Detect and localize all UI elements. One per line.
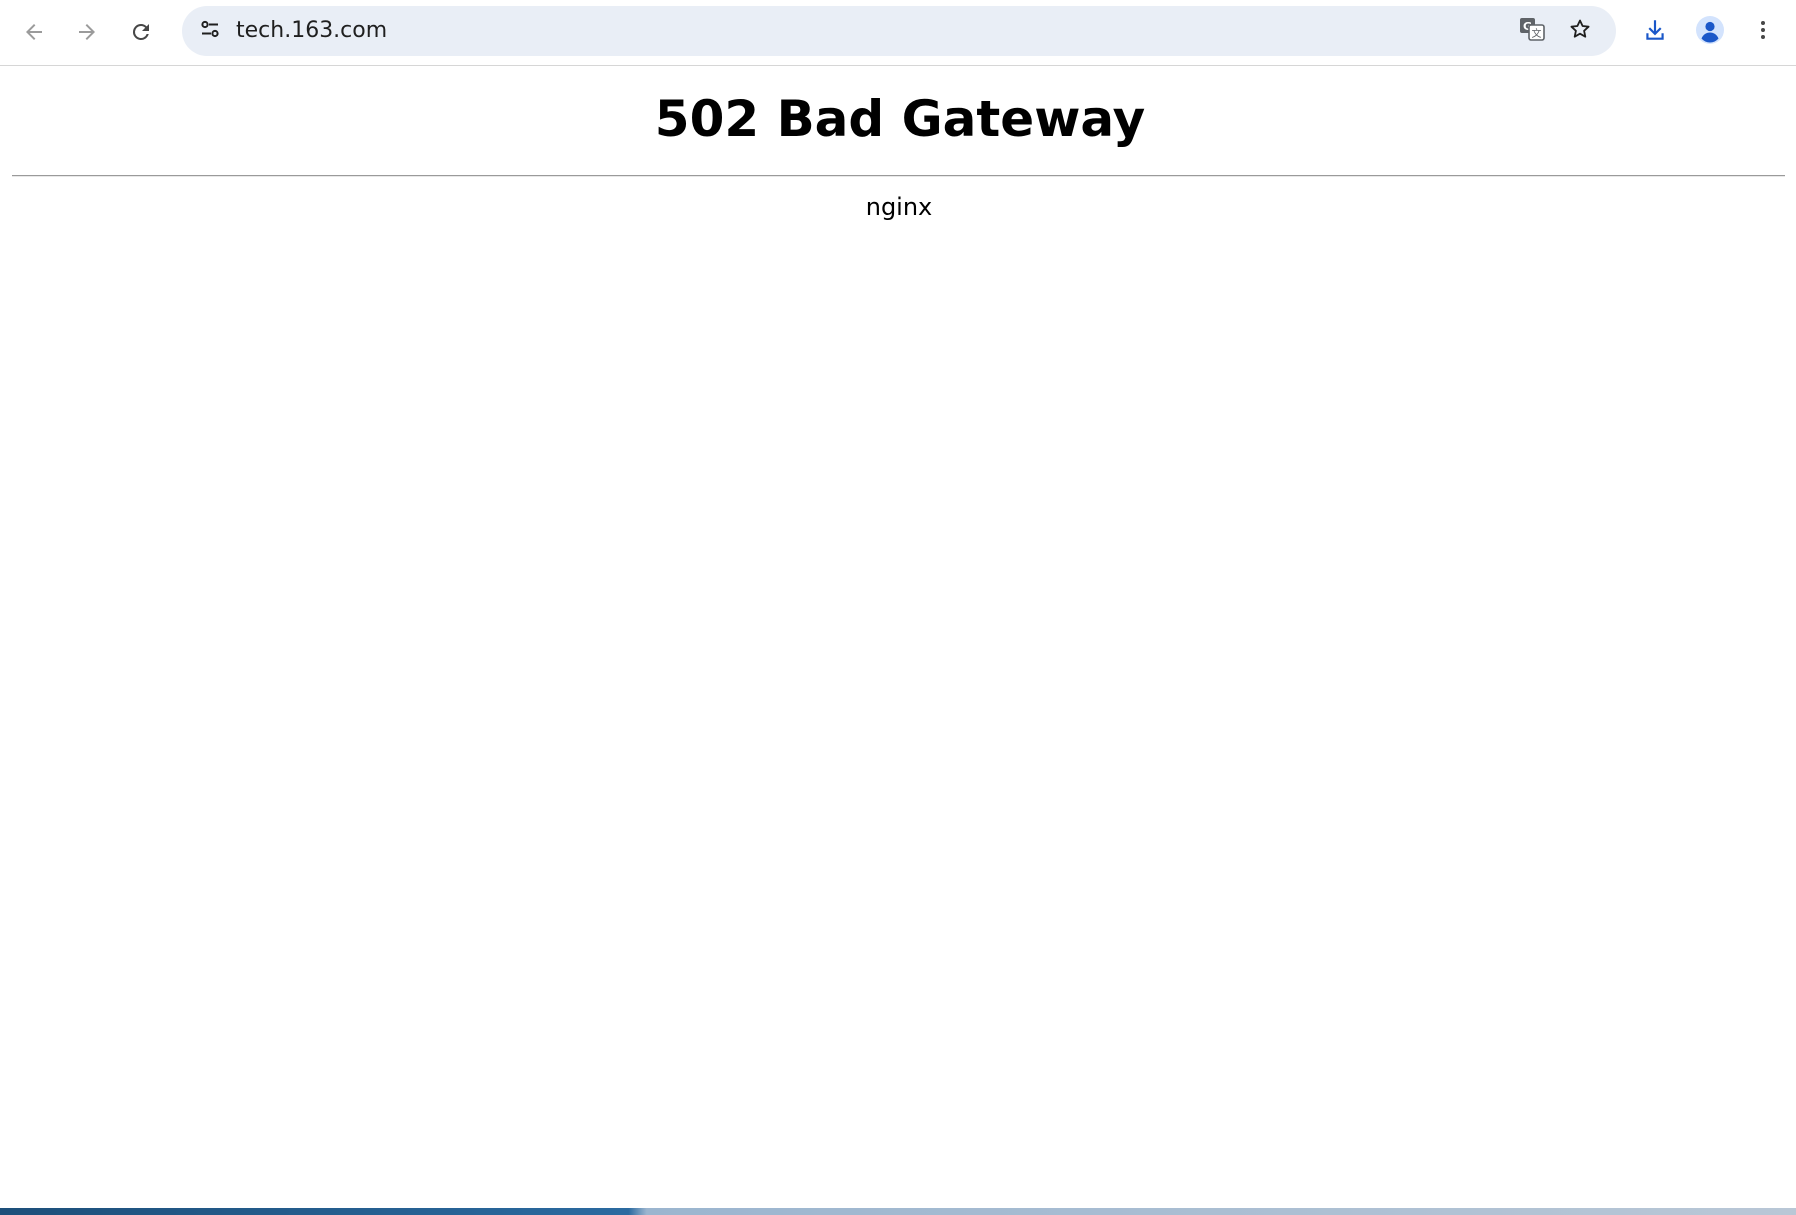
arrow-left-icon: [22, 20, 46, 44]
url-text[interactable]: tech.163.com: [236, 6, 387, 56]
horizontal-rule: [12, 175, 1785, 177]
address-bar[interactable]: tech.163.com G 文: [182, 6, 1616, 56]
back-button[interactable]: [13, 11, 55, 53]
browser-menu-button[interactable]: [1742, 11, 1784, 53]
download-icon: [1642, 17, 1668, 48]
reload-button[interactable]: [120, 11, 162, 53]
page-title: 502 Bad Gateway: [654, 90, 1146, 148]
arrow-right-icon: [75, 20, 99, 44]
tune-icon: [198, 17, 222, 46]
server-name: nginx: [865, 193, 933, 221]
translate-icon: G 文: [1518, 15, 1546, 48]
page-content: 502 Bad Gateway nginx: [0, 66, 1796, 1208]
svg-text:文: 文: [1532, 27, 1542, 40]
desktop-background-strip: [0, 1208, 1796, 1215]
forward-button[interactable]: [66, 11, 108, 53]
bookmark-button[interactable]: [1562, 13, 1598, 49]
person-icon: [1695, 15, 1725, 50]
profile-button[interactable]: [1689, 11, 1731, 53]
browser-toolbar: tech.163.com G 文: [0, 0, 1796, 66]
downloads-button[interactable]: [1634, 11, 1676, 53]
browser-window: tech.163.com G 文 502 Bad Gateway nginx: [0, 0, 1796, 1208]
reload-icon: [129, 20, 153, 44]
star-icon: [1568, 17, 1592, 46]
translate-button[interactable]: G 文: [1514, 13, 1550, 49]
kebab-menu-icon: [1751, 18, 1775, 47]
site-info-button[interactable]: [192, 13, 228, 49]
